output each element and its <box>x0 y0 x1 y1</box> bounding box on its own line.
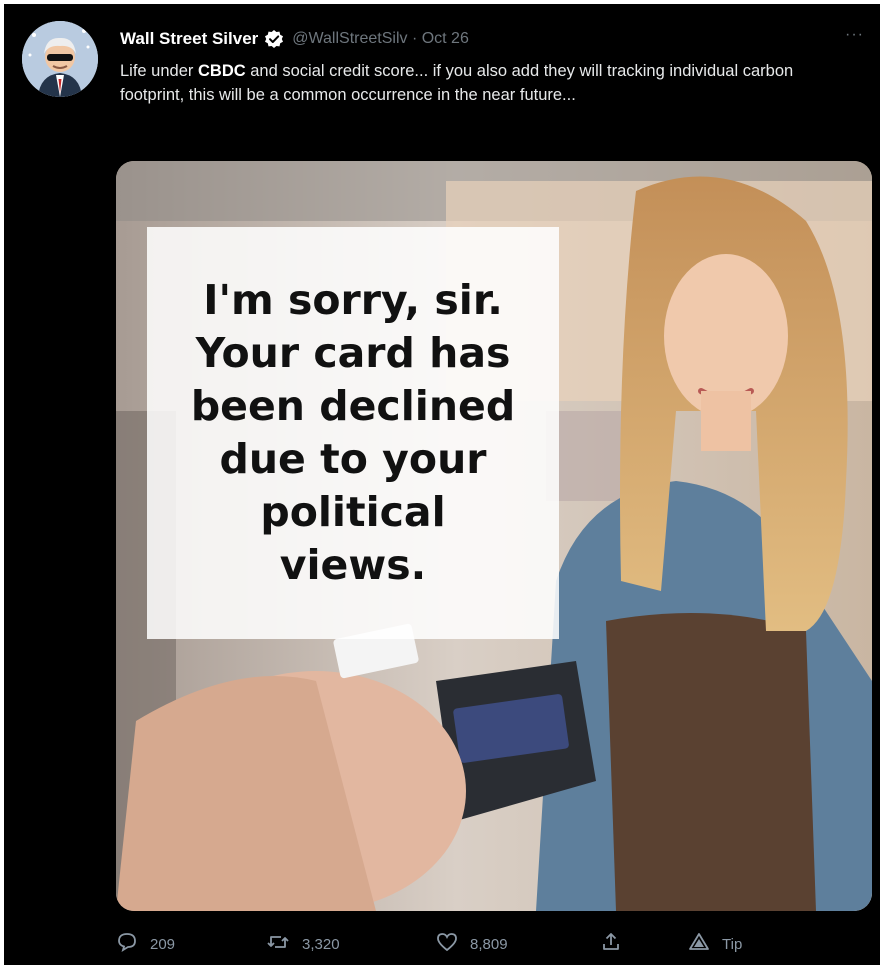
like-icon <box>436 931 470 957</box>
meme-line: political <box>260 488 446 536</box>
verified-badge-icon <box>264 29 284 49</box>
author-handle-date[interactable]: @WallStreetSilv · Oct 26 <box>292 30 469 48</box>
tweet-text-before: Life under <box>120 62 198 80</box>
retweet-icon <box>266 931 302 957</box>
meme-line: due to your <box>219 435 487 483</box>
retweet-button[interactable]: 3,320 <box>266 929 340 959</box>
avatar[interactable] <box>22 21 98 97</box>
meme-caption: I'm sorry, sir. Your card has been decli… <box>191 274 515 592</box>
retweet-count: 3,320 <box>302 935 340 953</box>
tweet-card[interactable]: Wall Street Silver @WallStreetSilv · Oct… <box>4 4 880 965</box>
tweet-action-bar: 209 3,320 8,809 Tip <box>116 929 816 959</box>
tweet-text-bold: CBDC <box>197 62 246 80</box>
meme-line: I'm sorry, sir. <box>203 276 503 324</box>
tip-label: Tip <box>722 935 743 953</box>
meme-line: been declined <box>190 382 516 430</box>
reply-button[interactable]: 209 <box>116 929 175 959</box>
tweet-text: Life under CBDC and social credit score.… <box>120 59 860 107</box>
author-name[interactable]: Wall Street Silver <box>120 29 258 49</box>
share-icon <box>600 931 634 957</box>
meme-caption-box: I'm sorry, sir. Your card has been decli… <box>147 227 559 639</box>
like-count: 8,809 <box>470 935 508 953</box>
share-button[interactable] <box>600 929 634 959</box>
tip-button[interactable]: Tip <box>688 929 742 959</box>
reply-count: 209 <box>150 935 176 953</box>
like-button[interactable]: 8,809 <box>436 929 508 959</box>
tweet-header: Wall Street Silver @WallStreetSilv · Oct… <box>120 26 469 52</box>
meme-line: views. <box>279 541 427 589</box>
reply-icon <box>116 931 150 957</box>
more-icon[interactable]: ··· <box>845 26 864 44</box>
tweet-media-image[interactable]: I'm sorry, sir. Your card has been decli… <box>116 161 872 911</box>
meme-line: Your card has <box>195 329 511 377</box>
tip-icon <box>688 931 722 957</box>
